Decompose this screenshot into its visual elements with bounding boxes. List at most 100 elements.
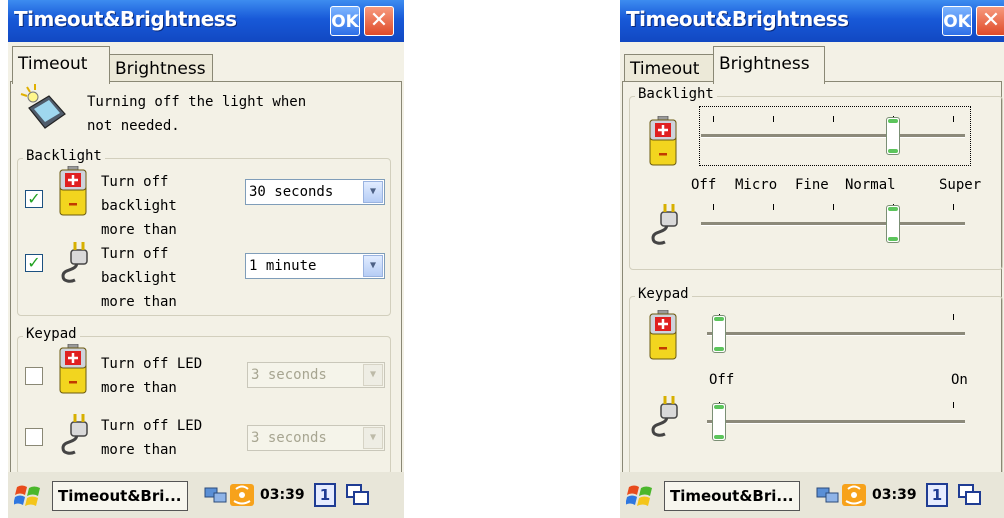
keypad-group-label: Keypad: [23, 326, 80, 342]
slider-tick: [953, 204, 954, 210]
slider-thumb[interactable]: [886, 117, 900, 155]
backlight-battery-line3: more than: [101, 222, 177, 238]
keypad-battery-line2: more than: [101, 380, 177, 396]
keypad-ac-line1: Turn off LED: [101, 418, 203, 434]
battery-icon: [59, 166, 87, 216]
slider-track[interactable]: [701, 134, 965, 138]
chevron-down-icon[interactable]: ▼: [363, 255, 383, 277]
keypad-ac-timeout-select[interactable]: 3 seconds ▼: [247, 425, 385, 451]
level-label-normal: Normal: [845, 177, 896, 193]
plug-icon: [55, 240, 95, 284]
backlight-ac-slider[interactable]: [701, 202, 965, 246]
keypad-max-label: On: [951, 372, 968, 388]
tab-strip: Timeout Brightness: [620, 42, 1004, 84]
backlight-group-label: Backlight: [23, 148, 105, 164]
start-flag-icon[interactable]: [14, 483, 42, 509]
slider-tick: [713, 204, 714, 210]
plug-icon: [55, 412, 95, 456]
network-icon[interactable]: [816, 485, 840, 505]
battery-icon: [649, 116, 677, 166]
brightness-screen: Timeout&Brightness OK ✕ Timeout Brightne…: [620, 0, 1004, 518]
backlight-ac-checkbox[interactable]: ✓: [25, 254, 43, 272]
backlight-ac-line1: Turn off: [101, 246, 169, 262]
intro-text-line2: not needed.: [87, 118, 180, 134]
level-label-super: Super: [939, 177, 982, 193]
slider-tick: [833, 204, 834, 210]
switch-window-icon[interactable]: [346, 483, 370, 507]
keypad-min-label: Off: [709, 372, 735, 388]
tab-strip: Timeout Brightness: [8, 42, 404, 84]
backlight-ac-timeout-select[interactable]: 1 minute ▼: [245, 253, 385, 279]
timeout-screen: Timeout&Brightness OK ✕ Timeout Brightne…: [8, 0, 404, 518]
window-title: Timeout&Brightness: [626, 7, 849, 31]
tab-brightness[interactable]: Brightness: [109, 54, 213, 84]
slider-track[interactable]: [707, 332, 965, 336]
plug-icon: [645, 394, 685, 438]
slider-tick: [773, 204, 774, 210]
level-label-off: Off: [691, 177, 717, 193]
tab-timeout[interactable]: Timeout: [624, 54, 714, 84]
input-panel-indicator[interactable]: 1: [926, 483, 948, 507]
title-bar: Timeout&Brightness OK ✕: [620, 0, 1004, 42]
slider-tick: [713, 116, 714, 122]
taskbar: Timeout&Bri... 03:39 1: [8, 472, 404, 518]
taskbar-app-button[interactable]: Timeout&Bri...: [664, 481, 800, 511]
chevron-down-icon[interactable]: ▼: [363, 364, 383, 386]
ok-button[interactable]: OK: [330, 6, 360, 36]
backlight-ac-line2: backlight: [101, 270, 177, 286]
tab-timeout[interactable]: Timeout: [12, 46, 110, 84]
slider-track[interactable]: [707, 420, 965, 424]
tab-brightness[interactable]: Brightness: [713, 46, 825, 84]
intro-text-line1: Turning off the light when: [87, 94, 307, 110]
taskbar-app-button[interactable]: Timeout&Bri...: [52, 481, 188, 511]
slider-thumb[interactable]: [886, 205, 900, 243]
keypad-battery-timeout-value: 3 seconds: [251, 367, 327, 383]
clock[interactable]: 03:39: [872, 487, 917, 503]
close-button[interactable]: ✕: [976, 6, 1004, 36]
chevron-down-icon[interactable]: ▼: [363, 427, 383, 449]
network-icon[interactable]: [204, 485, 228, 505]
slider-tick: [833, 116, 834, 122]
backlight-battery-timeout-value: 30 seconds: [249, 184, 334, 200]
keypad-battery-checkbox[interactable]: [25, 367, 43, 385]
wireless-icon[interactable]: [230, 484, 254, 506]
brightness-panel: Backlight Off Micro Fine Normal Super Ke…: [622, 81, 1003, 476]
start-flag-icon[interactable]: [626, 483, 654, 509]
backlight-ac-timeout-value: 1 minute: [249, 258, 317, 274]
slider-tick: [773, 116, 774, 122]
light-bulb-pda-icon: [20, 84, 66, 129]
backlight-group-label: Backlight: [635, 86, 717, 102]
chevron-down-icon[interactable]: ▼: [363, 181, 383, 203]
backlight-ac-line3: more than: [101, 294, 177, 310]
slider-tick: [953, 402, 954, 408]
level-label-micro: Micro: [735, 177, 778, 193]
level-label-fine: Fine: [795, 177, 829, 193]
taskbar: Timeout&Bri... 03:39 1: [620, 472, 1004, 518]
clock[interactable]: 03:39: [260, 487, 305, 503]
keypad-ac-timeout-value: 3 seconds: [251, 430, 327, 446]
battery-icon: [649, 310, 677, 360]
keypad-battery-timeout-select[interactable]: 3 seconds ▼: [247, 362, 385, 388]
wireless-icon[interactable]: [842, 484, 866, 506]
keypad-battery-line1: Turn off LED: [101, 356, 203, 372]
slider-thumb[interactable]: [712, 403, 726, 441]
backlight-battery-checkbox[interactable]: ✓: [25, 190, 43, 208]
timeout-panel: Turning off the light when not needed. B…: [10, 81, 402, 475]
slider-track[interactable]: [701, 222, 965, 226]
input-panel-indicator[interactable]: 1: [314, 483, 336, 507]
backlight-battery-line1: Turn off: [101, 174, 169, 190]
slider-tick: [953, 314, 954, 320]
slider-thumb[interactable]: [712, 315, 726, 353]
slider-tick: [953, 116, 954, 122]
switch-window-icon[interactable]: [958, 483, 982, 507]
backlight-battery-slider[interactable]: [701, 114, 965, 158]
keypad-ac-slider[interactable]: [707, 400, 965, 444]
plug-icon: [645, 202, 685, 246]
window-title: Timeout&Brightness: [14, 7, 237, 31]
keypad-ac-checkbox[interactable]: [25, 428, 43, 446]
backlight-battery-timeout-select[interactable]: 30 seconds ▼: [245, 179, 385, 205]
close-button[interactable]: ✕: [364, 6, 394, 36]
keypad-battery-slider[interactable]: [707, 312, 965, 356]
keypad-ac-line2: more than: [101, 442, 177, 458]
ok-button[interactable]: OK: [942, 6, 972, 36]
